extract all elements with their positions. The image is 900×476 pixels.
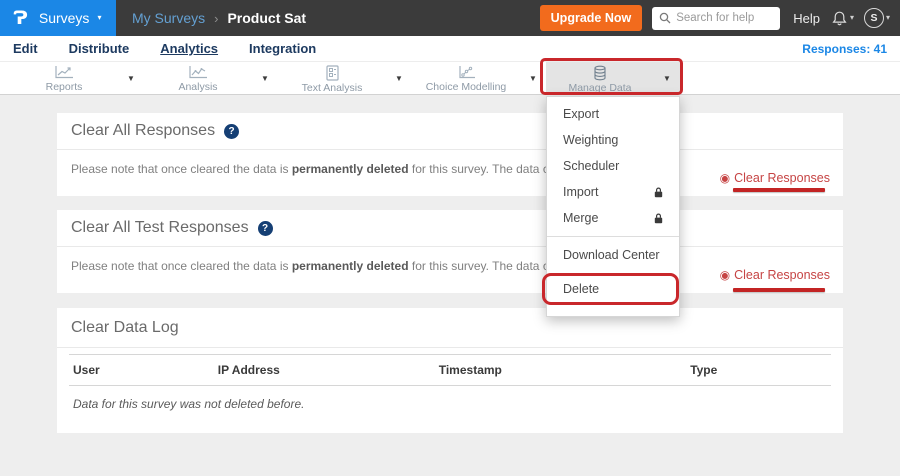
- toolbar-group-analysis: Analysis ▼: [144, 62, 278, 94]
- clear-responses-label: Clear Responses: [734, 268, 830, 282]
- survey-section-nav: Edit Distribute Analytics Integration Re…: [0, 36, 900, 62]
- toolbar-group-manage-data: Manage Data ▼: [546, 62, 680, 94]
- menu-item-label: Download Center: [563, 248, 660, 262]
- clear-responses-link[interactable]: ◉ Clear Responses: [720, 171, 830, 185]
- text-analysis-label: Text Analysis: [302, 82, 363, 94]
- section-title: Clear All Test Responses: [71, 219, 249, 237]
- chevron-down-icon[interactable]: ▼: [386, 62, 412, 94]
- manage-data-label: Manage Data: [568, 82, 631, 94]
- empty-log-message: Data for this survey was not deleted bef…: [69, 386, 831, 411]
- tab-integration[interactable]: Integration: [249, 41, 316, 56]
- clear-test-responses-link[interactable]: ◉ Clear Responses: [720, 268, 830, 282]
- note-text: Please note that once cleared the data i…: [71, 162, 292, 176]
- menu-item-scheduler[interactable]: Scheduler: [547, 153, 679, 179]
- menu-item-download-center[interactable]: Download Center: [547, 242, 679, 268]
- chevron-down-icon[interactable]: ▼: [520, 62, 546, 94]
- tab-edit[interactable]: Edit: [13, 41, 38, 56]
- note-bold-text: permanently deleted: [292, 162, 409, 176]
- tab-analytics[interactable]: Analytics: [160, 41, 218, 56]
- target-icon: ◉: [720, 269, 730, 281]
- data-log-table: User IP Address Timestamp Type: [69, 354, 831, 386]
- column-header-timestamp: Timestamp: [435, 355, 686, 386]
- chevron-down-icon[interactable]: ▾: [886, 14, 890, 22]
- clear-data-log-card: Clear Data Log User IP Address Timestamp…: [57, 308, 843, 433]
- help-search-box[interactable]: [652, 7, 780, 30]
- line-chart-icon: [53, 65, 75, 80]
- menu-separator: [547, 236, 679, 237]
- analytics-toolbar: Reports ▼ Analysis ▼ Text Analysis: [0, 62, 900, 95]
- chevron-down-icon: ▾: [97, 14, 101, 22]
- chevron-down-icon[interactable]: ▾: [850, 14, 854, 22]
- scatter-chart-icon: [455, 65, 477, 80]
- menu-item-label: Merge: [563, 211, 598, 225]
- topbar-right-actions: Upgrade Now Help ▾ S ▾: [540, 5, 900, 31]
- target-icon: ◉: [720, 172, 730, 184]
- chevron-down-icon[interactable]: ▼: [118, 62, 144, 94]
- chevron-down-icon[interactable]: ▼: [252, 62, 278, 94]
- breadcrumb-current-survey: Product Sat: [227, 10, 306, 26]
- column-header-type: Type: [686, 355, 831, 386]
- database-icon: [592, 65, 608, 81]
- lock-icon: [654, 187, 663, 198]
- clear-all-responses-card: Clear All Responses ? Please note that o…: [57, 113, 843, 196]
- menu-item-label: Weighting: [563, 133, 618, 147]
- section-title: Clear All Responses: [71, 122, 215, 140]
- analysis-button[interactable]: Analysis: [144, 62, 252, 94]
- reports-button[interactable]: Reports: [10, 62, 118, 94]
- analysis-label: Analysis: [178, 81, 217, 93]
- card-header: Clear All Responses ?: [57, 113, 843, 150]
- notifications-bell-icon[interactable]: [831, 10, 848, 27]
- data-log-table-wrap: User IP Address Timestamp Type Data for …: [69, 354, 831, 411]
- toolbar-group-reports: Reports ▼: [10, 62, 144, 94]
- menu-item-label: Import: [563, 185, 598, 199]
- choice-modelling-label: Choice Modelling: [426, 81, 507, 93]
- card-header: Clear Data Log: [57, 308, 843, 348]
- help-search-input[interactable]: [676, 12, 773, 24]
- document-icon: [325, 65, 340, 81]
- menu-item-label: Scheduler: [563, 159, 619, 173]
- menu-item-delete[interactable]: Delete: [547, 276, 679, 302]
- menu-item-weighting[interactable]: Weighting: [547, 127, 679, 153]
- questionpro-logo-icon: Ɂ: [13, 9, 28, 28]
- note-bold-text: permanently deleted: [292, 259, 409, 273]
- trend-chart-icon: [187, 65, 209, 80]
- menu-item-merge[interactable]: Merge: [547, 205, 679, 231]
- menu-item-delete-wrap: Delete: [547, 276, 679, 302]
- clear-all-test-responses-card: Clear All Test Responses ? Please note t…: [57, 210, 843, 293]
- product-switcher[interactable]: Ɂ Surveys ▾: [0, 0, 116, 36]
- section-title: Clear Data Log: [71, 319, 179, 337]
- breadcrumb-separator-icon: ›: [214, 11, 218, 26]
- search-icon: [659, 12, 671, 24]
- chevron-down-icon[interactable]: ▼: [654, 62, 680, 94]
- choice-modelling-button[interactable]: Choice Modelling: [412, 62, 520, 94]
- column-header-ip-address: IP Address: [214, 355, 435, 386]
- table-header-row: User IP Address Timestamp Type: [69, 355, 831, 386]
- note-text: Please note that once cleared the data i…: [71, 259, 292, 273]
- help-question-icon[interactable]: ?: [224, 124, 239, 139]
- toolbar-group-choice-modelling: Choice Modelling ▼: [412, 62, 546, 94]
- top-app-bar: Ɂ Surveys ▾ My Surveys › Product Sat Upg…: [0, 0, 900, 36]
- help-question-icon[interactable]: ?: [258, 221, 273, 236]
- menu-item-export[interactable]: Export: [547, 101, 679, 127]
- manage-data-menu: Export Weighting Scheduler Import Merge …: [546, 96, 680, 317]
- manage-data-button[interactable]: Manage Data: [546, 62, 654, 94]
- column-header-user: User: [69, 355, 214, 386]
- lock-icon: [654, 213, 663, 224]
- text-analysis-button[interactable]: Text Analysis: [278, 62, 386, 94]
- toolbar-group-text-analysis: Text Analysis ▼: [278, 62, 412, 94]
- breadcrumb-my-surveys[interactable]: My Surveys: [132, 10, 205, 26]
- tab-distribute[interactable]: Distribute: [69, 41, 130, 56]
- menu-item-label: Delete: [563, 282, 599, 296]
- product-switcher-label: Surveys: [39, 10, 90, 26]
- reports-label: Reports: [46, 81, 83, 93]
- menu-item-import[interactable]: Import: [547, 179, 679, 205]
- help-link[interactable]: Help: [793, 11, 820, 26]
- responses-count[interactable]: Responses: 41: [802, 42, 887, 56]
- avatar[interactable]: S: [864, 8, 884, 28]
- breadcrumb: My Surveys › Product Sat: [132, 10, 306, 26]
- clear-responses-label: Clear Responses: [734, 171, 830, 185]
- upgrade-now-button[interactable]: Upgrade Now: [540, 5, 643, 31]
- card-header: Clear All Test Responses ?: [57, 210, 843, 247]
- menu-item-label: Export: [563, 107, 599, 121]
